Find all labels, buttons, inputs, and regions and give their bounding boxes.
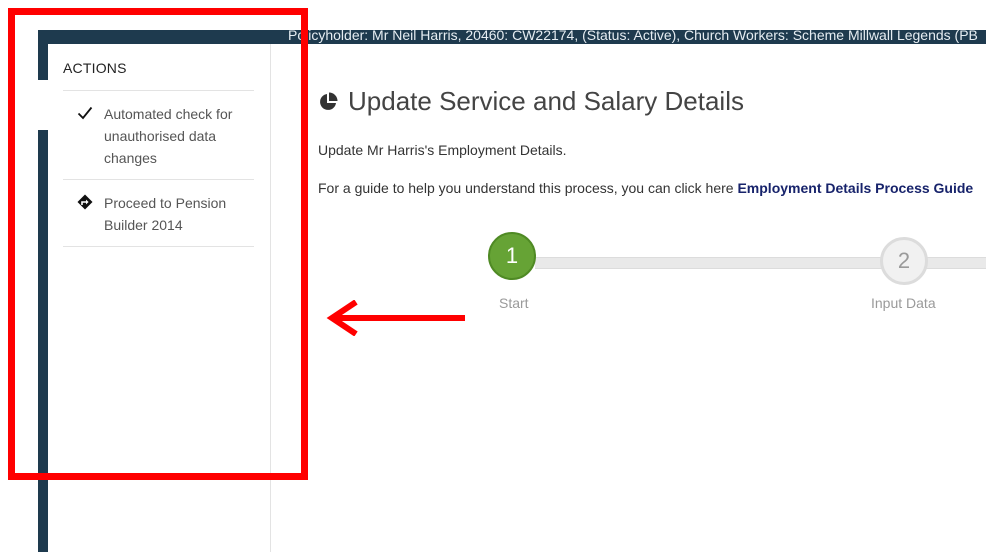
step-2-circle: 2 bbox=[880, 237, 928, 285]
left-nav-bar-top bbox=[38, 30, 48, 80]
actions-panel: ACTIONS Automated check for unauthorised… bbox=[48, 44, 271, 552]
page-subtitle: Update Mr Harris's Employment Details. bbox=[318, 142, 567, 158]
action-automated-check[interactable]: Automated check for unauthorised data ch… bbox=[63, 90, 254, 179]
actions-title: ACTIONS bbox=[63, 60, 127, 76]
page-title: Update Service and Salary Details bbox=[318, 86, 744, 117]
guide-text: For a guide to help you understand this … bbox=[318, 180, 738, 196]
main-content: Update Service and Salary Details Update… bbox=[270, 44, 986, 552]
pie-chart-icon bbox=[320, 92, 338, 110]
process-guide-link[interactable]: Employment Details Process Guide bbox=[737, 180, 973, 196]
annotation-arrow-icon bbox=[326, 300, 465, 336]
step-2-label: Input Data bbox=[871, 295, 936, 311]
step-1[interactable]: 1 bbox=[488, 232, 536, 280]
context-text: Policyholder: Mr Neil Harris, 20460: CW2… bbox=[288, 30, 978, 43]
step-2[interactable]: 2 bbox=[880, 237, 928, 285]
left-nav-bar bbox=[38, 130, 48, 552]
checkmark-icon bbox=[77, 106, 93, 120]
actions-list: Automated check for unauthorised data ch… bbox=[63, 90, 254, 247]
direction-sign-icon bbox=[77, 194, 93, 210]
action-proceed-pension-builder[interactable]: Proceed to Pension Builder 2014 bbox=[63, 179, 254, 247]
guide-line: For a guide to help you understand this … bbox=[318, 180, 973, 196]
page-title-text: Update Service and Salary Details bbox=[348, 86, 744, 116]
step-1-circle: 1 bbox=[488, 232, 536, 280]
action-label: Proceed to Pension Builder 2014 bbox=[104, 195, 227, 233]
action-label: Automated check for unauthorised data ch… bbox=[104, 106, 233, 166]
step-1-label: Start bbox=[499, 295, 529, 311]
context-header: Policyholder: Mr Neil Harris, 20460: CW2… bbox=[48, 30, 986, 44]
